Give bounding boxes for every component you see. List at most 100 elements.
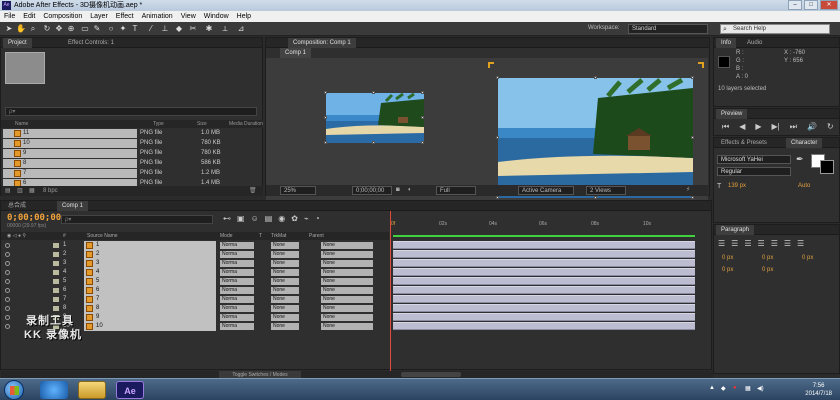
- work-area-bar[interactable]: [393, 235, 695, 237]
- motion-blur-icon[interactable]: ◉: [278, 214, 285, 226]
- timeline-layer-row[interactable]: 1 1 Norma None None: [1, 241, 695, 250]
- maximize-button[interactable]: □: [804, 0, 818, 10]
- col-type[interactable]: Type: [153, 120, 164, 128]
- tab-composition[interactable]: Composition: Comp 1: [288, 38, 356, 48]
- label-color[interactable]: [53, 252, 59, 257]
- col-duration[interactable]: Media Duration: [229, 120, 263, 128]
- mode-dropdown[interactable]: Norma: [220, 278, 254, 285]
- trkmat-dropdown[interactable]: None: [271, 305, 299, 312]
- indent-left-value[interactable]: 0 px: [722, 255, 733, 261]
- timeline-current-time[interactable]: 0;00;00;00: [7, 213, 61, 223]
- bpc-label[interactable]: 8 bpc: [43, 186, 58, 196]
- explorer-icon[interactable]: [78, 381, 106, 399]
- align-left-icon[interactable]: ☰: [718, 239, 725, 249]
- menu-effect[interactable]: Effect: [116, 11, 134, 22]
- snap-icon[interactable]: ⊿: [236, 24, 246, 34]
- layer-duration-bar[interactable]: [393, 250, 695, 258]
- label-color[interactable]: [53, 261, 59, 266]
- camera-dropdown[interactable]: Active Camera: [518, 186, 574, 195]
- fast-preview-icon[interactable]: ⚡: [686, 185, 690, 196]
- menu-help[interactable]: Help: [237, 11, 251, 22]
- justify-all-icon[interactable]: ☰: [797, 239, 804, 249]
- axis-mode-icon[interactable]: ⟂: [220, 24, 230, 34]
- project-search-input[interactable]: ρ▾: [5, 107, 257, 116]
- justify-right-icon[interactable]: ☰: [784, 239, 791, 249]
- timeline-layer-row[interactable]: 2 2 Norma None None: [1, 250, 695, 259]
- col-parent[interactable]: Parent: [309, 232, 324, 240]
- frame-blend-icon[interactable]: ▤: [265, 214, 273, 226]
- beach-image-large[interactable]: [498, 78, 693, 198]
- parent-dropdown[interactable]: None: [321, 305, 373, 312]
- clock[interactable]: 7:56 2014/7/18: [805, 382, 832, 398]
- tab-preview[interactable]: Preview: [716, 109, 748, 119]
- eye-icon[interactable]: [5, 288, 10, 293]
- playhead[interactable]: [390, 211, 391, 371]
- fill-color-swatch[interactable]: [820, 160, 834, 174]
- trkmat-dropdown[interactable]: None: [271, 251, 299, 258]
- parent-dropdown[interactable]: None: [321, 269, 373, 276]
- label-color[interactable]: [53, 270, 59, 275]
- col-mode[interactable]: Mode: [220, 232, 233, 240]
- tray-record-icon[interactable]: ●: [733, 385, 737, 391]
- zoom-slider[interactable]: [401, 372, 461, 377]
- indent-first-value[interactable]: 0 px: [762, 255, 773, 261]
- col-t[interactable]: T: [259, 232, 262, 240]
- space-after-value[interactable]: 0 px: [762, 267, 773, 273]
- label-color[interactable]: [53, 288, 59, 293]
- project-item[interactable]: 11 PNG file 1.0 MB: [1, 129, 263, 138]
- draft-3d-icon[interactable]: ▣: [237, 214, 245, 226]
- parent-dropdown[interactable]: None: [321, 287, 373, 294]
- indent-right-value[interactable]: 0 px: [802, 255, 813, 261]
- interpret-footage-icon[interactable]: ▤: [5, 186, 11, 196]
- clone-tool-icon[interactable]: ⊥: [160, 24, 170, 34]
- mode-dropdown[interactable]: Norma: [220, 269, 254, 276]
- mode-dropdown[interactable]: Norma: [220, 314, 254, 321]
- tab-effect-controls[interactable]: Effect Controls: 1: [63, 38, 119, 48]
- trkmat-dropdown[interactable]: None: [271, 260, 299, 267]
- font-family-dropdown[interactable]: Microsoft YaHei: [717, 155, 791, 164]
- menu-file[interactable]: File: [4, 11, 15, 22]
- pan-behind-tool-icon[interactable]: ⊕: [66, 24, 76, 34]
- tab-info[interactable]: Info: [716, 38, 737, 48]
- auto-keyframe-icon[interactable]: ◔: [315, 214, 320, 226]
- layer-duration-bar[interactable]: [393, 259, 695, 267]
- layer-duration-bar[interactable]: [393, 277, 695, 285]
- time-ruler[interactable]: 0f 02s 04s 06s 08s 10s: [389, 211, 701, 231]
- hand-tool-icon[interactable]: ✋: [16, 24, 26, 34]
- snapshot-icon[interactable]: ◙: [396, 185, 400, 196]
- mode-dropdown[interactable]: Norma: [220, 251, 254, 258]
- pen-tool-icon[interactable]: ✎: [92, 24, 102, 34]
- tab-character[interactable]: Character: [786, 138, 823, 148]
- camera-tool-icon[interactable]: ✥: [54, 24, 64, 34]
- trkmat-dropdown[interactable]: None: [271, 287, 299, 294]
- menu-edit[interactable]: Edit: [23, 11, 35, 22]
- prev-frame-icon[interactable]: ◀: [739, 122, 745, 132]
- trkmat-dropdown[interactable]: None: [271, 296, 299, 303]
- workspace-dropdown[interactable]: Standard: [628, 24, 708, 34]
- brush-tool-icon[interactable]: ⁄: [146, 24, 156, 34]
- layer-duration-bar[interactable]: [393, 268, 695, 276]
- parent-dropdown[interactable]: None: [321, 251, 373, 258]
- label-color[interactable]: [53, 279, 59, 284]
- ie-icon[interactable]: [40, 381, 68, 399]
- zoom-tool-icon[interactable]: ⌕: [28, 24, 38, 34]
- font-size-value[interactable]: 139 px: [728, 183, 746, 189]
- eye-icon[interactable]: [5, 306, 10, 311]
- audio-icon[interactable]: 🔊: [807, 122, 817, 132]
- play-icon[interactable]: ▶: [755, 122, 761, 132]
- graph-editor-icon[interactable]: ⌁: [304, 214, 309, 226]
- tab-timeline-comp1[interactable]: Comp 1: [57, 201, 89, 211]
- beach-image-small[interactable]: [326, 93, 424, 143]
- trkmat-dropdown[interactable]: None: [271, 314, 299, 321]
- layer-duration-bar[interactable]: [393, 295, 695, 303]
- timeline-layer-row[interactable]: 3 3 Norma None None: [1, 259, 695, 268]
- layer-duration-bar[interactable]: [393, 241, 695, 249]
- resolution-dropdown[interactable]: Full: [436, 186, 476, 195]
- eye-icon[interactable]: [5, 261, 10, 266]
- eye-icon[interactable]: [5, 270, 10, 275]
- eye-icon[interactable]: [5, 243, 10, 248]
- eye-icon[interactable]: [5, 297, 10, 302]
- search-help-input[interactable]: ⌕ Search Help: [720, 24, 830, 34]
- type-tool-icon[interactable]: T: [130, 24, 140, 34]
- trkmat-dropdown[interactable]: None: [271, 278, 299, 285]
